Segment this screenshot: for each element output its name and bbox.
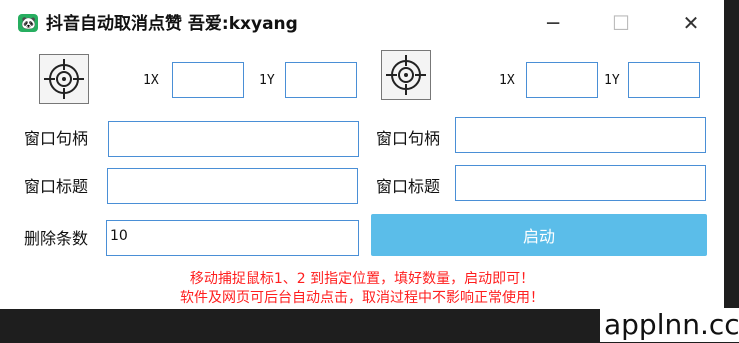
watermark-text: applnn.cc	[600, 308, 739, 342]
left-handle-label: 窗口句柄	[24, 129, 89, 148]
hint-line-2: 软件及网页可后台自动点击，取消过程中不影响正常使用！	[180, 290, 544, 306]
app-window: 🐼 抖音自动取消点赞 吾爱:kxyang ─ ☐ ✕ 1X 1Y 1X 1Y 窗…	[0, 0, 724, 309]
left-x-input[interactable]	[172, 62, 244, 98]
delete-count-input[interactable]: 10	[106, 220, 359, 256]
minimize-button[interactable]: ─	[530, 8, 576, 38]
crosshair-icon	[44, 59, 84, 99]
window-title: 抖音自动取消点赞 吾爱:kxyang	[46, 14, 298, 34]
left-x-label: 1X	[143, 73, 159, 88]
right-y-input[interactable]	[628, 62, 700, 98]
right-x-input[interactable]	[526, 62, 598, 98]
left-title-label: 窗口标题	[24, 177, 89, 196]
maximize-button[interactable]: ☐	[598, 8, 644, 38]
delete-count-label: 删除条数	[24, 229, 89, 248]
start-button[interactable]: 启动	[371, 214, 707, 256]
hint-line-1: 移动捕捉鼠标1、2 到指定位置，填好数量，启动即可！	[189, 271, 535, 287]
crosshair-picker-right[interactable]	[381, 50, 431, 100]
right-title-label: 窗口标题	[376, 177, 441, 196]
left-title-input[interactable]	[107, 168, 358, 204]
right-x-label: 1X	[499, 73, 515, 88]
title-bar[interactable]: 🐼 抖音自动取消点赞 吾爱:kxyang ─ ☐ ✕	[0, 0, 724, 42]
right-handle-label: 窗口句柄	[376, 129, 441, 148]
right-handle-input[interactable]	[455, 117, 706, 153]
crosshair-picker-left[interactable]	[39, 54, 89, 104]
crosshair-icon	[386, 55, 426, 95]
left-y-input[interactable]	[285, 62, 357, 98]
right-y-label: 1Y	[604, 73, 620, 88]
close-button[interactable]: ✕	[668, 8, 714, 38]
left-handle-input[interactable]	[108, 121, 359, 157]
left-y-label: 1Y	[259, 73, 275, 88]
panda-app-icon: 🐼	[18, 14, 38, 32]
right-title-input[interactable]	[455, 165, 706, 201]
